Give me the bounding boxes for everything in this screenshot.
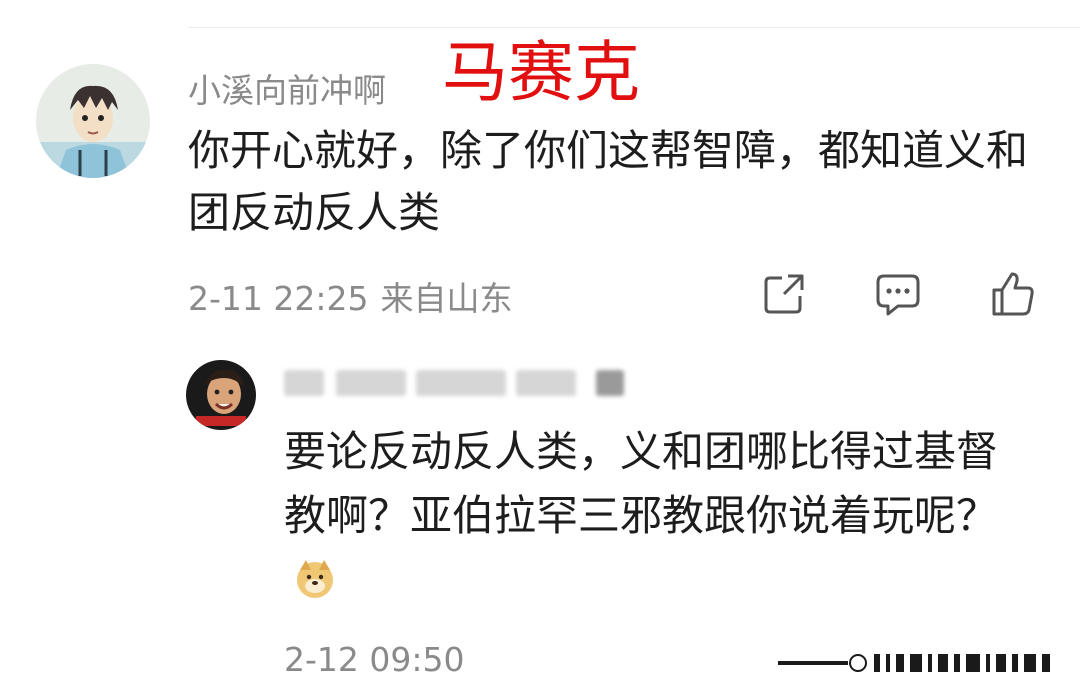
reply-text: 要论反动反人类，义和团哪比得过基督教啊？亚伯拉罕三邪教跟你说着玩呢？: [284, 427, 999, 540]
top-divider: [188, 27, 1080, 28]
comment-meta: 2-11 22:25 来自山东: [188, 272, 513, 320]
comment-username[interactable]: 小溪向前冲啊: [188, 64, 386, 112]
photo-avatar-icon: [186, 360, 256, 430]
reply-button[interactable]: [872, 268, 924, 320]
reply-icon: [876, 274, 920, 316]
watermark-blurred: [778, 650, 1060, 676]
red-overlay-label: 马赛克: [442, 34, 640, 111]
comment-text: 你开心就好，除了你们这帮智障，都知道义和团反动反人类: [188, 126, 1029, 237]
share-button[interactable]: [758, 268, 810, 320]
reply-user-avatar[interactable]: [186, 360, 256, 430]
comment-location: 来自山东: [380, 279, 513, 318]
reply-time: 2-12 09:50: [284, 640, 465, 679]
share-icon: [764, 274, 804, 314]
comment-time: 2-11 22:25: [188, 279, 369, 318]
cartoon-boy-avatar-icon: [36, 64, 150, 178]
watermark-logo-icon: [778, 654, 1050, 672]
doge-emoji-icon: [294, 558, 336, 600]
user-avatar[interactable]: [36, 64, 150, 178]
reply-username-blurred[interactable]: [284, 362, 644, 406]
reply-text-block: 要论反动反人类，义和团哪比得过基督教啊？亚伯拉罕三邪教跟你说着玩呢？: [284, 420, 1024, 612]
like-button[interactable]: [986, 268, 1038, 320]
like-icon: [992, 272, 1034, 316]
